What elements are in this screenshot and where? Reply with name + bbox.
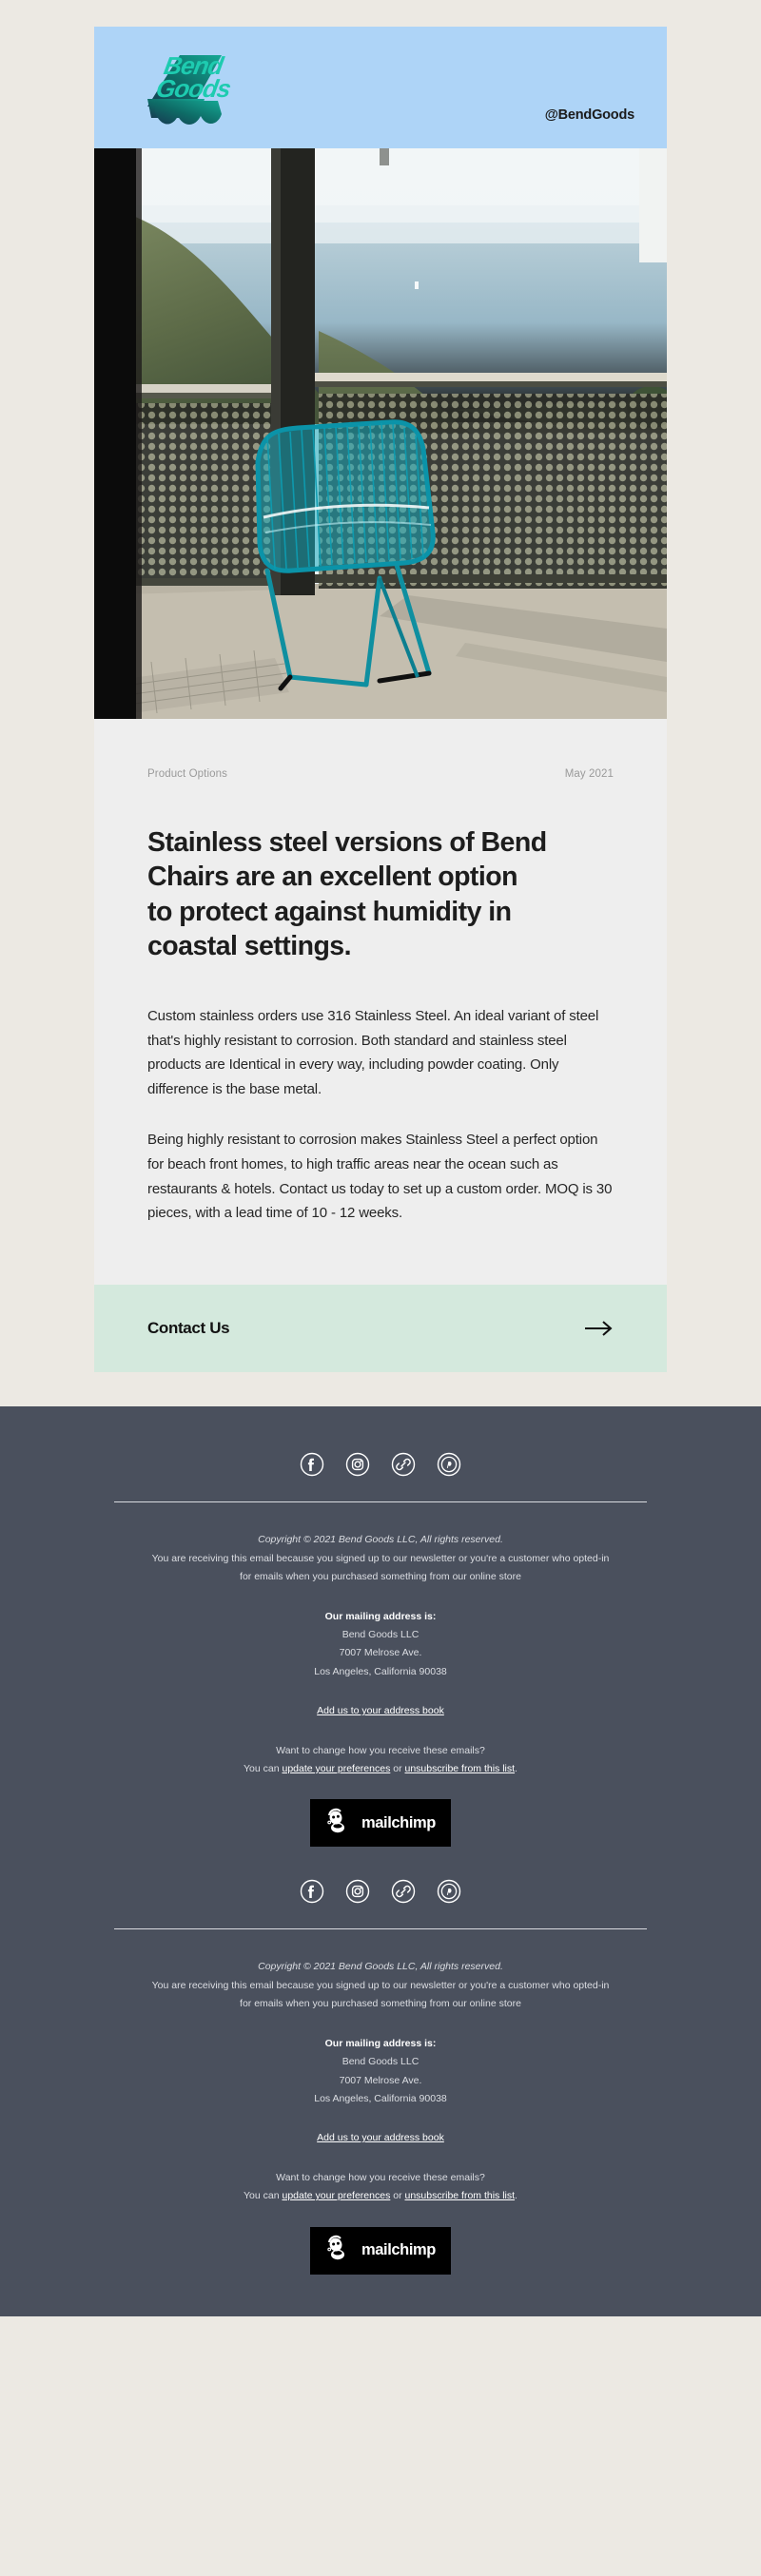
mailchimp-monkey-icon-2 — [325, 2234, 354, 2267]
bend-goods-logo[interactable]: Bend Goods — [130, 42, 283, 137]
article-category: Product Options — [147, 768, 227, 780]
prefs-suffix-2: . — [515, 2190, 517, 2202]
optin-line-1-b: You are receiving this email because you… — [151, 1979, 610, 1991]
footer-text-bottom: Copyright © 2021 Bend Goods LLC, All rig… — [114, 1958, 647, 2275]
email-card: Bend Goods @BendGoods Product Options Ma… — [94, 0, 667, 1373]
facebook-icon-2[interactable] — [300, 1879, 324, 1904]
social-handle: @BendGoods — [544, 107, 635, 123]
prefs-prefix-2: You can — [244, 2190, 283, 2202]
prefs-middle: or — [390, 1763, 405, 1775]
optin-line-1: You are receiving this email because you… — [151, 1552, 610, 1564]
mailchimp-label-top: mailchimp — [361, 1813, 436, 1831]
mailchimp-label-bottom: mailchimp — [361, 2241, 436, 2259]
mailchimp-monkey-icon — [325, 1807, 354, 1840]
footer-divider-bottom — [114, 1928, 647, 1930]
social-links-bottom — [0, 1879, 761, 1904]
unsubscribe-link-2[interactable]: unsubscribe from this list — [405, 2190, 516, 2201]
email-header: Bend Goods @BendGoods — [94, 27, 667, 148]
optin-line-2: for emails when you purchased something … — [240, 1571, 521, 1583]
instagram-icon-2[interactable] — [345, 1879, 370, 1904]
address-line-3-b: Los Angeles, California 90038 — [314, 2093, 447, 2104]
email-footer: Copyright © 2021 Bend Goods LLC, All rig… — [0, 1406, 761, 2316]
address-line-2-b: 7007 Melrose Ave. — [339, 2074, 422, 2086]
address-book-link[interactable]: Add us to your address book — [317, 1705, 444, 1716]
arrow-right-icon[interactable] — [585, 1320, 614, 1337]
page-title: Stainless steel versions of Bend Chairs … — [147, 827, 547, 962]
mailing-address-heading-2: Our mailing address is: — [324, 2037, 437, 2049]
copyright-text-2: Copyright © 2021 Bend Goods LLC, All rig… — [258, 1961, 503, 1973]
article-paragraph-1: Custom stainless orders use 316 Stainles… — [147, 1007, 599, 1098]
link-icon[interactable] — [391, 1452, 416, 1477]
footer-divider-top — [114, 1501, 647, 1503]
address-book-link-2[interactable]: Add us to your address book — [317, 2132, 444, 2143]
mailing-address-heading: Our mailing address is: — [324, 1610, 437, 1622]
update-preferences-link-2[interactable]: update your preferences — [283, 2190, 391, 2201]
contact-us-label: Contact Us — [147, 1319, 230, 1338]
article-paragraph-2: Being highly resistant to corrosion make… — [147, 1132, 613, 1222]
pinterest-icon-2[interactable] — [437, 1879, 461, 1904]
address-line-1: Bend Goods LLC — [341, 1628, 420, 1640]
footer-text-top: Copyright © 2021 Bend Goods LLC, All rig… — [114, 1531, 647, 1848]
prefs-line: You can update your preferences or unsub… — [114, 1760, 647, 1778]
address-line-1-b: Bend Goods LLC — [341, 2056, 420, 2068]
article-body: Product Options May 2021 Stainless steel… — [94, 719, 667, 1286]
address-line-3: Los Angeles, California 90038 — [314, 1665, 447, 1677]
article-meta: Product Options May 2021 — [147, 768, 614, 780]
prefs-middle-2: or — [390, 2190, 405, 2202]
optin-line-2-b: for emails when you purchased something … — [240, 1998, 521, 2010]
social-links-top — [0, 1452, 761, 1477]
article-date: May 2021 — [564, 768, 614, 780]
contact-us-button[interactable]: Contact Us — [94, 1285, 667, 1373]
instagram-icon[interactable] — [345, 1452, 370, 1477]
prefs-line-2: You can update your preferences or unsub… — [114, 2187, 647, 2205]
prefs-question: Want to change how you receive these ema… — [276, 1744, 485, 1756]
link-icon-2[interactable] — [391, 1879, 416, 1904]
unsubscribe-link[interactable]: unsubscribe from this list — [405, 1763, 516, 1774]
mailchimp-badge-top[interactable]: mailchimp — [310, 1799, 451, 1848]
prefs-suffix: . — [515, 1763, 517, 1775]
update-preferences-link[interactable]: update your preferences — [283, 1763, 391, 1774]
email-page: Bend Goods @BendGoods Product Options Ma… — [0, 0, 761, 2576]
mailchimp-badge-bottom[interactable]: mailchimp — [310, 2226, 451, 2275]
address-line-2: 7007 Melrose Ave. — [339, 1647, 422, 1659]
facebook-icon[interactable] — [300, 1452, 324, 1477]
svg-text:Goods: Goods — [154, 74, 233, 103]
copyright-text: Copyright © 2021 Bend Goods LLC, All rig… — [258, 1534, 503, 1546]
prefs-prefix: You can — [244, 1763, 283, 1775]
pinterest-icon[interactable] — [437, 1452, 461, 1477]
prefs-question-2: Want to change how you receive these ema… — [276, 2171, 485, 2183]
hero-image — [94, 148, 667, 719]
